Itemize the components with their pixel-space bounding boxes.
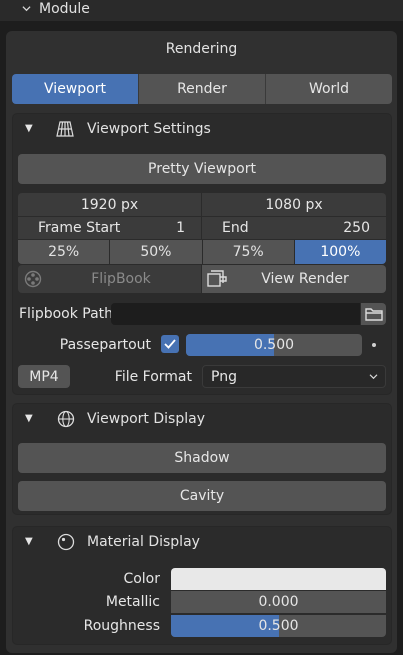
frame-end-value: 250 <box>343 220 370 236</box>
viewport-settings-title: Viewport Settings <box>87 121 211 137</box>
triangle-down-icon: ▼ <box>25 413 33 424</box>
percent-100-button[interactable]: 100% <box>294 240 386 264</box>
viewport-display-header[interactable]: ▼ Viewport Display <box>12 403 392 435</box>
passepartout-checkbox[interactable] <box>161 335 179 353</box>
folder-icon <box>364 308 383 321</box>
color-swatch[interactable] <box>171 568 386 590</box>
metallic-value: 0.000 <box>258 594 299 610</box>
material-sphere-icon <box>57 533 75 551</box>
viewport-display-title: Viewport Display <box>87 411 205 427</box>
percent-50-button[interactable]: 50% <box>110 240 203 264</box>
cavity-button[interactable]: Cavity <box>18 481 386 511</box>
passepartout-label: Passepartout <box>59 337 151 353</box>
keyframe-dot-icon[interactable] <box>372 343 376 347</box>
flipbook-label: FlipBook <box>91 271 151 287</box>
frame-end-label: End <box>222 220 249 236</box>
resolution-percent-row: 25% 50% 75% 100% <box>18 240 386 264</box>
file-format-dropdown[interactable]: Png <box>202 365 386 388</box>
chevron-down-icon <box>22 6 31 12</box>
shadow-button[interactable]: Shadow <box>18 443 386 473</box>
tab-bar: Viewport Render World <box>12 74 392 104</box>
file-format-value: Png <box>211 368 237 385</box>
roughness-value: 0.500 <box>258 618 299 634</box>
module-header[interactable]: Module <box>0 0 403 21</box>
roughness-slider[interactable]: 0.500 <box>171 615 386 637</box>
module-label: Module <box>39 1 90 17</box>
roughness-label: Roughness <box>83 618 160 634</box>
resolution-x-field[interactable]: 1920 px <box>18 193 201 216</box>
frame-start-field[interactable]: Frame Start 1 <box>18 217 201 239</box>
viewport-settings-header[interactable]: ▼ Viewport Settings <box>12 113 392 145</box>
material-display-header[interactable]: ▼ Material Display <box>12 526 392 558</box>
percent-25-button[interactable]: 25% <box>18 240 111 264</box>
triangle-down-icon: ▼ <box>25 123 33 134</box>
chevron-down-icon <box>369 374 378 380</box>
mp4-button[interactable]: MP4 <box>18 365 70 388</box>
tab-viewport[interactable]: Viewport <box>12 74 139 104</box>
frame-start-label: Frame Start <box>38 220 121 236</box>
metallic-slider[interactable]: 0.000 <box>171 591 386 613</box>
flipbook-path-label: Flipbook Path: <box>19 306 118 322</box>
triangle-down-icon: ▼ <box>25 536 33 547</box>
material-display-title: Material Display <box>87 534 200 550</box>
view-render-label: View Render <box>261 271 349 287</box>
tab-world[interactable]: World <box>266 74 392 104</box>
file-format-label: File Format <box>114 368 192 385</box>
pretty-viewport-button[interactable]: Pretty Viewport <box>18 154 386 184</box>
grid-perspective-icon <box>56 121 74 137</box>
color-label: Color <box>123 571 160 587</box>
checkmark-icon <box>164 339 176 349</box>
flipbook-button[interactable]: FlipBook <box>18 265 201 293</box>
passepartout-slider[interactable]: 0.500 <box>186 334 362 356</box>
metallic-label: Metallic <box>105 594 160 610</box>
globe-icon <box>57 410 75 428</box>
tab-render[interactable]: Render <box>139 74 266 104</box>
frame-start-value: 1 <box>176 220 185 236</box>
panel-title: Rendering <box>165 41 238 57</box>
percent-75-button[interactable]: 75% <box>202 240 295 264</box>
view-render-button[interactable]: View Render <box>202 265 386 293</box>
folder-browse-button[interactable] <box>361 303 386 325</box>
frame-end-field[interactable]: End 250 <box>202 217 386 239</box>
passepartout-value: 0.500 <box>253 337 295 353</box>
resolution-y-field[interactable]: 1080 px <box>202 193 386 216</box>
flipbook-path-input[interactable] <box>111 303 360 325</box>
